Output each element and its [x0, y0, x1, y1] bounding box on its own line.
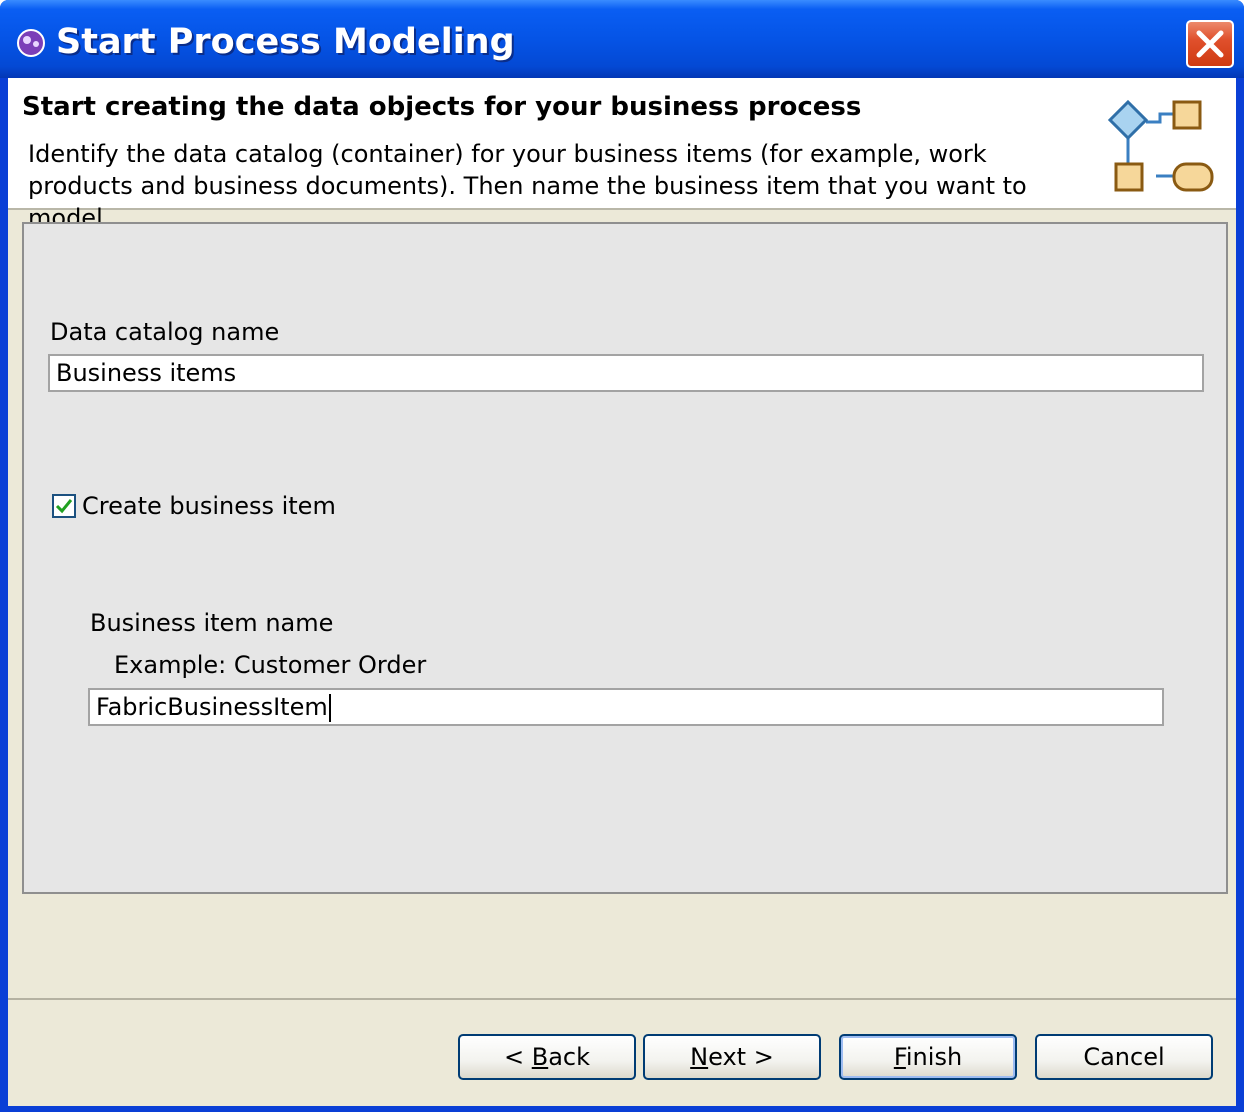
checkmark-icon [55, 499, 73, 514]
process-modeling-app-icon [17, 29, 45, 57]
close-button[interactable] [1186, 20, 1234, 68]
finish-button[interactable]: Finish [839, 1034, 1017, 1080]
data-catalog-input[interactable]: Business items [48, 354, 1204, 392]
page-description: Identify the data catalog (container) fo… [28, 140, 1027, 232]
text-cursor [328, 694, 331, 722]
wizard-header: Start creating the data objects for your… [8, 78, 1236, 232]
next-button[interactable]: Next > [643, 1034, 821, 1080]
create-business-item-checkbox[interactable] [52, 494, 76, 518]
wizard-dialog: Start Process Modeling Start creating th… [0, 0, 1244, 1112]
back-button[interactable]: < Back [458, 1034, 636, 1080]
business-item-name-label: Business item name [90, 609, 334, 637]
window-title: Start Process Modeling [56, 22, 515, 62]
business-item-name-value: FabricBusinessItem [96, 693, 328, 721]
create-business-item-label[interactable]: Create business item [82, 492, 336, 520]
form-panel: Data catalog name Business items Create … [22, 222, 1228, 894]
close-icon [1196, 30, 1224, 58]
footer-separator [8, 998, 1236, 1000]
data-catalog-label: Data catalog name [50, 318, 280, 346]
business-item-example: Example: Customer Order [114, 651, 427, 679]
process-diagram-icon [1107, 99, 1214, 192]
business-item-name-input[interactable]: FabricBusinessItem [88, 688, 1164, 726]
cancel-button[interactable]: Cancel [1035, 1034, 1213, 1080]
title-bar[interactable]: Start Process Modeling [0, 0, 1244, 78]
page-title: Start creating the data objects for your… [22, 92, 862, 122]
